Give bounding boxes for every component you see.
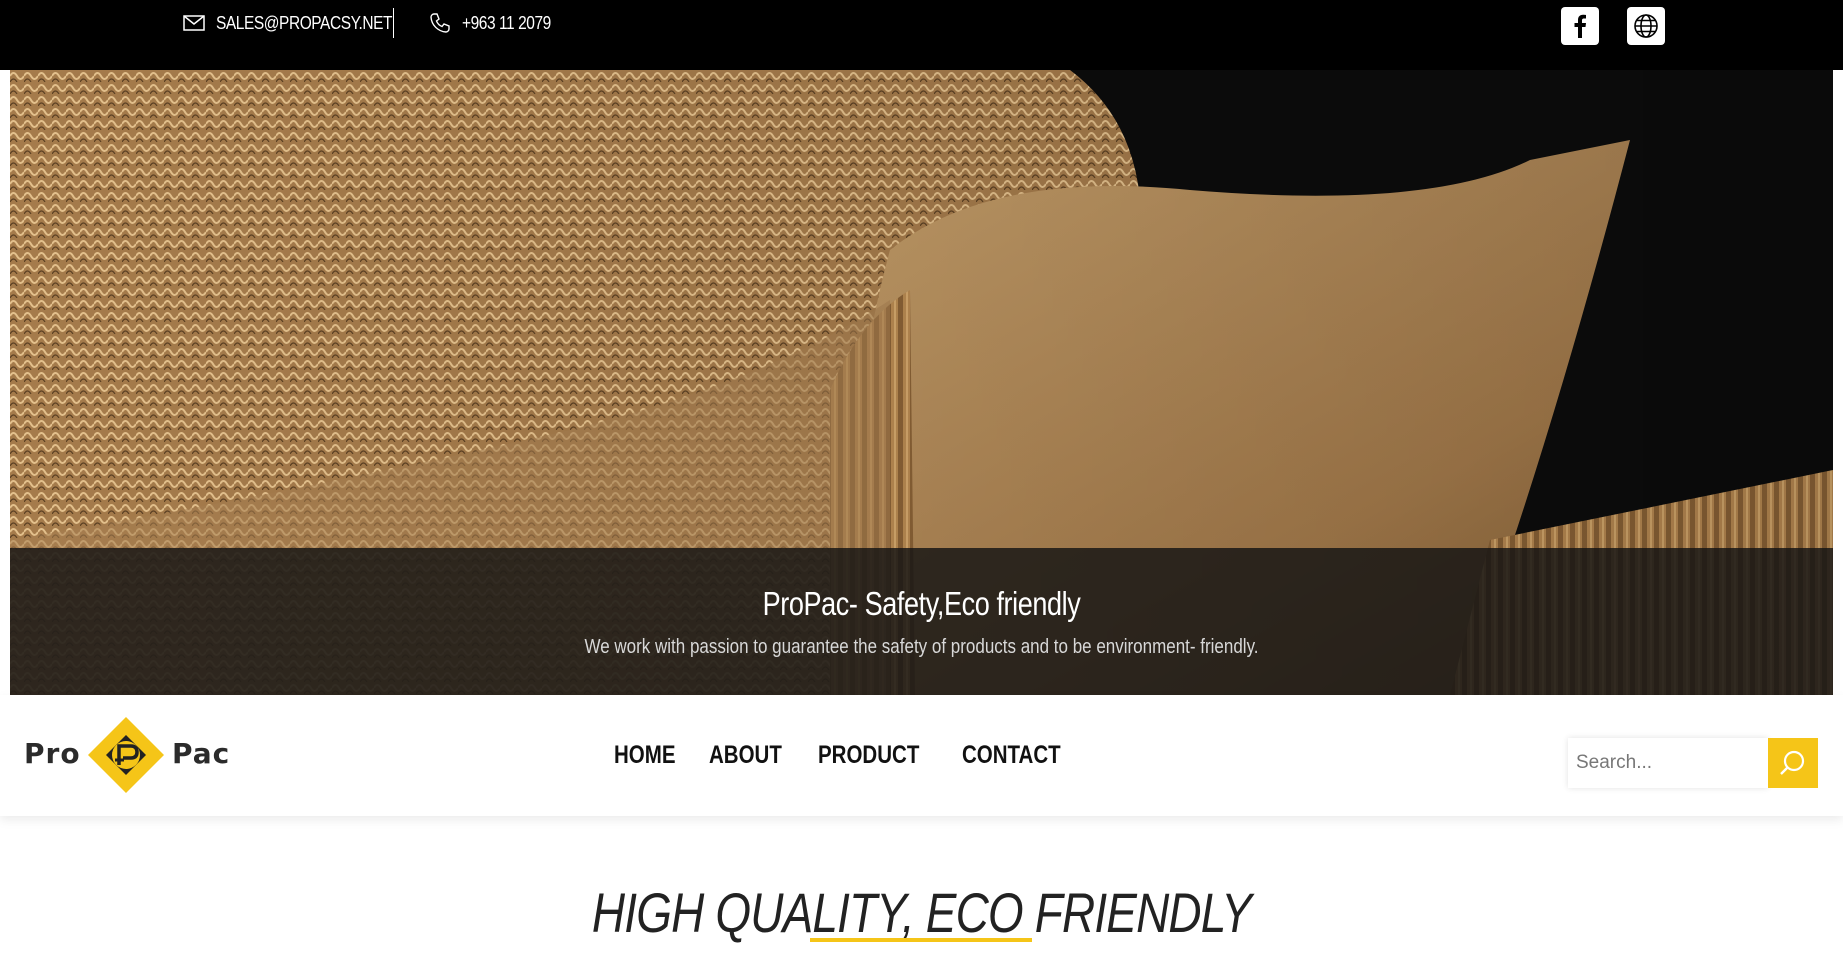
logo-word-right: Pac <box>172 737 231 770</box>
nav-item-about[interactable]: ABOUT <box>709 741 782 770</box>
hero-caption: ProPac- Safety,Eco friendly We work with… <box>10 548 1833 695</box>
section-heading: HIGH QUALITY, ECO FRIENDLY <box>591 881 1252 944</box>
hero-subtitle: We work with passion to guarantee the sa… <box>584 636 1259 658</box>
language-button[interactable] <box>1627 7 1665 45</box>
divider <box>393 8 394 38</box>
propac-logo[interactable]: Pro Pac <box>24 715 234 795</box>
facebook-icon <box>1574 14 1586 38</box>
globe-icon <box>1634 14 1658 38</box>
nav-menu: HOME ABOUT PRODUCT CONTACT <box>614 695 1114 816</box>
hero-title: ProPac- Safety,Eco friendly <box>762 585 1081 622</box>
heading-underline <box>810 938 1032 942</box>
search-input[interactable] <box>1568 738 1768 788</box>
search-icon <box>1780 750 1805 775</box>
email-text: SALES@PROPACSY.NET <box>216 12 393 33</box>
mail-icon <box>182 11 206 35</box>
phone-icon <box>428 11 452 35</box>
nav-item-home[interactable]: HOME <box>614 741 676 770</box>
top-bar: SALES@PROPACSY.NET +963 11 2079 <box>0 0 1843 70</box>
nav-item-product[interactable]: PRODUCT <box>818 741 919 770</box>
main-navigation: Pro Pac HOME ABOUT PRODUCT CONTACT <box>0 695 1843 816</box>
search-button[interactable] <box>1768 738 1818 788</box>
hero-banner: ProPac- Safety,Eco friendly We work with… <box>10 70 1833 695</box>
phone-text: +963 11 2079 <box>462 12 551 33</box>
logo-word-left: Pro <box>24 737 81 770</box>
nav-item-contact[interactable]: CONTACT <box>962 741 1061 770</box>
logo-mark-icon <box>88 717 164 793</box>
facebook-button[interactable] <box>1561 7 1599 45</box>
phone-contact[interactable]: +963 11 2079 <box>428 0 565 46</box>
email-contact[interactable]: SALES@PROPACSY.NET <box>182 0 421 46</box>
